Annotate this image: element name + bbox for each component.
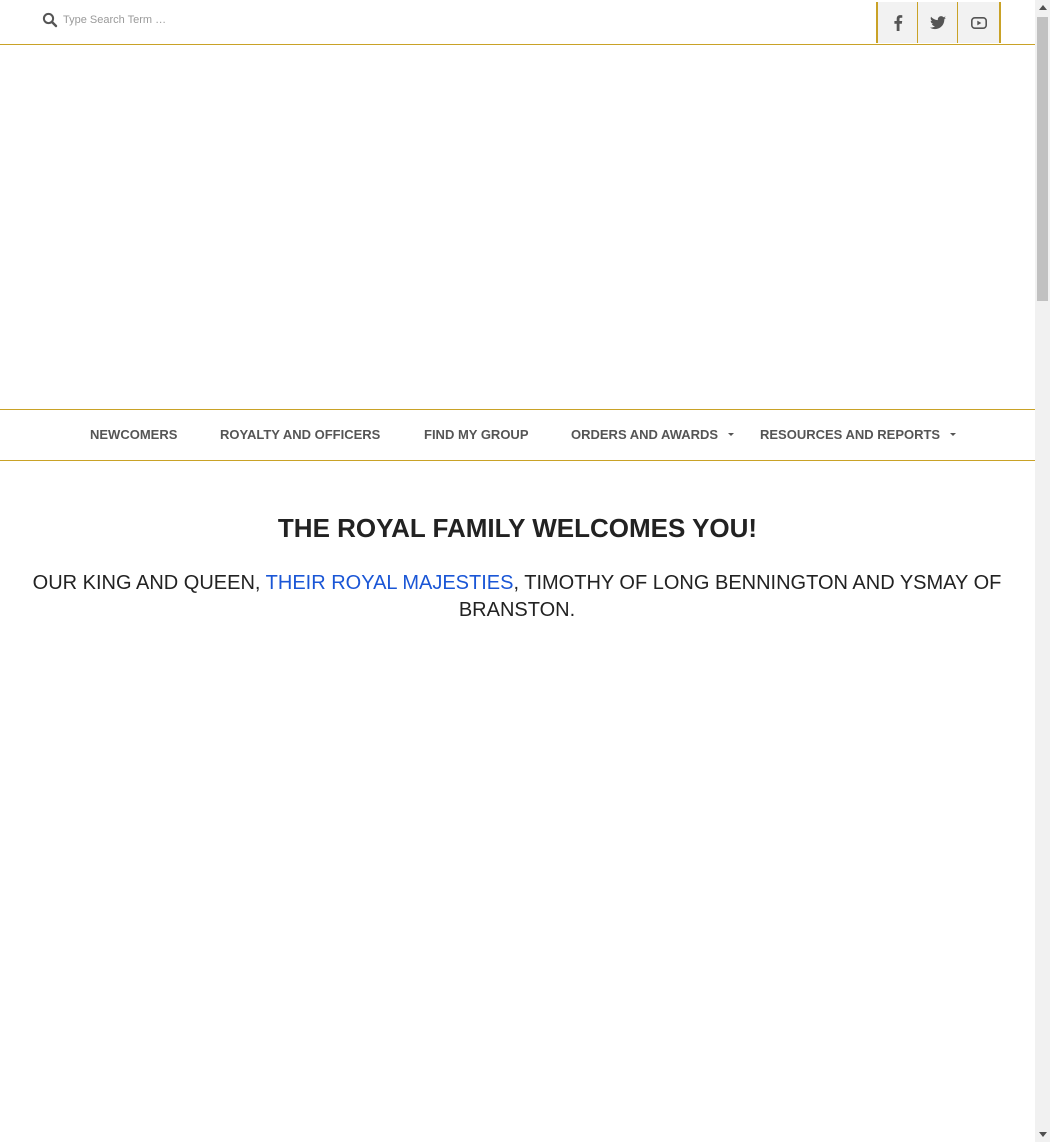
twitter-button[interactable] bbox=[918, 2, 958, 43]
search-input[interactable] bbox=[63, 14, 223, 26]
intro-text-before: OUR KING AND QUEEN, bbox=[32, 572, 266, 594]
youtube-icon bbox=[970, 16, 987, 29]
nav-item-newcomers[interactable]: NEWCOMERS bbox=[90, 410, 177, 460]
intro-text-after: , TIMOTHY OF LONG BENNINGTON AND YSMAY O… bbox=[458, 572, 1002, 621]
scrollbar-thumb[interactable] bbox=[1037, 17, 1048, 301]
youtube-button[interactable] bbox=[958, 2, 999, 43]
search-box[interactable] bbox=[42, 10, 223, 30]
social-links bbox=[876, 2, 1001, 43]
twitter-icon bbox=[929, 15, 946, 30]
nav-item-royalty-and-officers[interactable]: ROYALTY AND OFFICERS bbox=[220, 410, 380, 460]
search-icon[interactable] bbox=[42, 12, 58, 28]
page-title: THE ROYAL FAMILY WELCOMES YOU! bbox=[277, 513, 758, 543]
royal-majesties-link[interactable]: THEIR ROYAL MAJESTIES bbox=[266, 572, 514, 594]
content-area: NEWCOMERS ROYALTY AND OFFICERS FIND MY G… bbox=[0, 0, 1035, 1142]
top-bar bbox=[0, 0, 1035, 45]
scroll-down-arrow-icon[interactable] bbox=[1035, 1127, 1050, 1142]
chevron-down-icon[interactable] bbox=[728, 433, 734, 436]
nav-item-resources-and-reports[interactable]: RESOURCES AND REPORTS bbox=[760, 410, 940, 460]
page: NEWCOMERS ROYALTY AND OFFICERS FIND MY G… bbox=[0, 0, 1050, 1142]
vertical-scrollbar[interactable] bbox=[1035, 0, 1050, 1142]
chevron-down-icon[interactable] bbox=[950, 433, 956, 436]
main-nav: NEWCOMERS ROYALTY AND OFFICERS FIND MY G… bbox=[0, 409, 1035, 461]
facebook-button[interactable] bbox=[878, 2, 918, 43]
royalty-intro: OUR KING AND QUEEN, THEIR ROYAL MAJESTIE… bbox=[22, 570, 1012, 624]
nav-item-find-my-group[interactable]: FIND MY GROUP bbox=[424, 410, 529, 460]
facebook-icon bbox=[893, 14, 903, 31]
nav-item-orders-and-awards[interactable]: ORDERS AND AWARDS bbox=[571, 410, 718, 460]
scroll-up-arrow-icon[interactable] bbox=[1035, 0, 1050, 15]
